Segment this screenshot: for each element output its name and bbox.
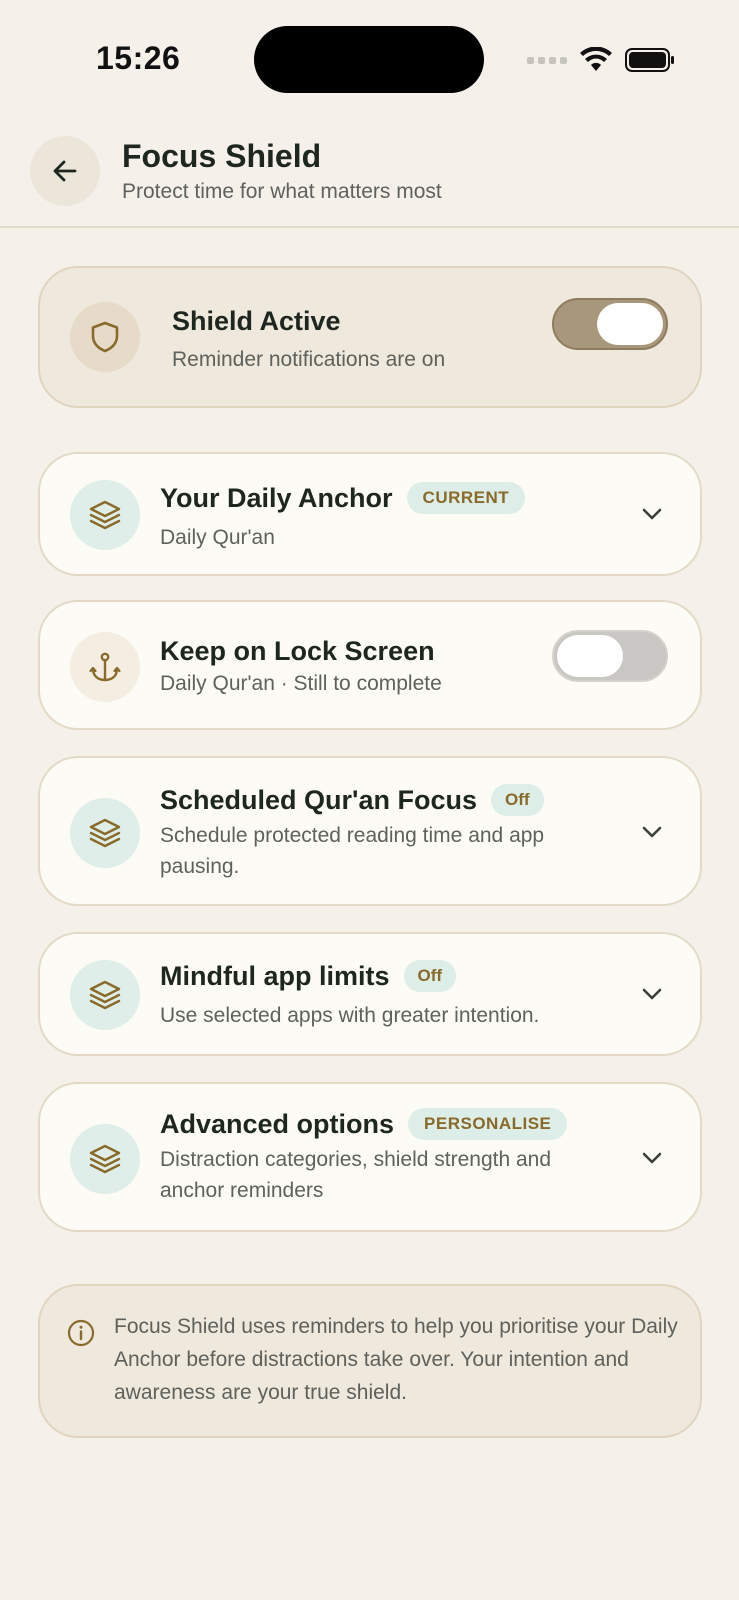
advanced-options-title: Advanced options PERSONALISE bbox=[160, 1108, 568, 1140]
info-text: Focus Shield uses reminders to help you … bbox=[114, 1315, 678, 1404]
dynamic-island bbox=[254, 26, 484, 93]
current-badge: CURRENT bbox=[406, 482, 526, 514]
cellular-signal-icon bbox=[527, 56, 567, 64]
chevron-down-icon[interactable] bbox=[638, 500, 666, 528]
scheduled-focus-card[interactable]: Scheduled Qur'an Focus Off Schedule prot… bbox=[38, 756, 702, 906]
layers-icon-circle bbox=[70, 1124, 140, 1194]
lock-screen-toggle[interactable] bbox=[552, 630, 668, 682]
advanced-options-subtitle: Distraction categories, shield strength … bbox=[160, 1148, 552, 1202]
lock-screen-title: Keep on Lock Screen bbox=[160, 636, 435, 666]
status-icons bbox=[527, 44, 675, 76]
scheduled-focus-subtitle: Schedule protected reading time and app … bbox=[160, 824, 545, 878]
scheduled-focus-title: Scheduled Qur'an Focus Off bbox=[160, 784, 544, 816]
advanced-options-card[interactable]: Advanced options PERSONALISE Distraction… bbox=[38, 1082, 702, 1232]
page-title: Focus Shield bbox=[122, 138, 322, 174]
lock-screen-subtitle: Daily Qur'an · Still to complete bbox=[160, 672, 442, 695]
anchor-icon-circle bbox=[70, 632, 140, 702]
toggle-knob bbox=[557, 635, 623, 677]
app-limits-subtitle: Use selected apps with greater intention… bbox=[160, 1004, 540, 1027]
scheduled-focus-title-text: Scheduled Qur'an Focus bbox=[160, 784, 477, 815]
layers-icon-circle bbox=[70, 960, 140, 1030]
daily-anchor-title: Your Daily Anchor CURRENT bbox=[160, 482, 526, 514]
status-bar: 15:26 bbox=[0, 0, 739, 110]
status-time: 15:26 bbox=[96, 40, 181, 76]
chevron-down-icon[interactable] bbox=[638, 818, 666, 846]
layers-icon bbox=[89, 818, 121, 848]
app-limits-title-text: Mindful app limits bbox=[160, 960, 390, 991]
arrow-left-icon bbox=[53, 160, 77, 182]
info-card: Focus Shield uses reminders to help you … bbox=[38, 1284, 702, 1438]
daily-anchor-title-text: Your Daily Anchor bbox=[160, 482, 393, 513]
shield-icon bbox=[91, 321, 119, 353]
header: Focus Shield Protect time for what matte… bbox=[0, 110, 739, 228]
layers-icon-circle bbox=[70, 480, 140, 550]
layers-icon bbox=[89, 980, 121, 1010]
shield-active-subtitle: Reminder notifications are on bbox=[172, 348, 446, 371]
daily-anchor-card[interactable]: Your Daily Anchor CURRENT Daily Qur'an bbox=[38, 452, 702, 576]
wifi-icon bbox=[580, 47, 612, 71]
off-badge: Off bbox=[490, 784, 544, 816]
shield-active-toggle[interactable] bbox=[552, 298, 668, 350]
toggle-knob bbox=[597, 303, 663, 345]
anchor-icon bbox=[89, 652, 121, 682]
layers-icon bbox=[89, 1144, 121, 1174]
off-badge: Off bbox=[403, 960, 457, 992]
back-button[interactable] bbox=[30, 136, 100, 206]
chevron-down-icon[interactable] bbox=[638, 980, 666, 1008]
layers-icon bbox=[89, 500, 121, 530]
daily-anchor-subtitle: Daily Qur'an bbox=[160, 526, 275, 549]
shield-active-card: Shield Active Reminder notifications are… bbox=[38, 266, 702, 408]
personalise-badge: PERSONALISE bbox=[408, 1108, 568, 1140]
app-limits-title: Mindful app limits Off bbox=[160, 960, 457, 992]
advanced-options-title-text: Advanced options bbox=[160, 1108, 395, 1139]
info-icon bbox=[67, 1319, 95, 1347]
layers-icon-circle bbox=[70, 798, 140, 868]
shield-active-title: Shield Active bbox=[172, 306, 341, 336]
chevron-down-icon[interactable] bbox=[638, 1144, 666, 1172]
shield-icon-circle bbox=[70, 302, 140, 372]
battery-icon bbox=[625, 48, 674, 72]
lock-screen-card: Keep on Lock Screen Daily Qur'an · Still… bbox=[38, 600, 702, 730]
page-subtitle: Protect time for what matters most bbox=[122, 180, 442, 203]
app-limits-card[interactable]: Mindful app limits Off Use selected apps… bbox=[38, 932, 702, 1056]
